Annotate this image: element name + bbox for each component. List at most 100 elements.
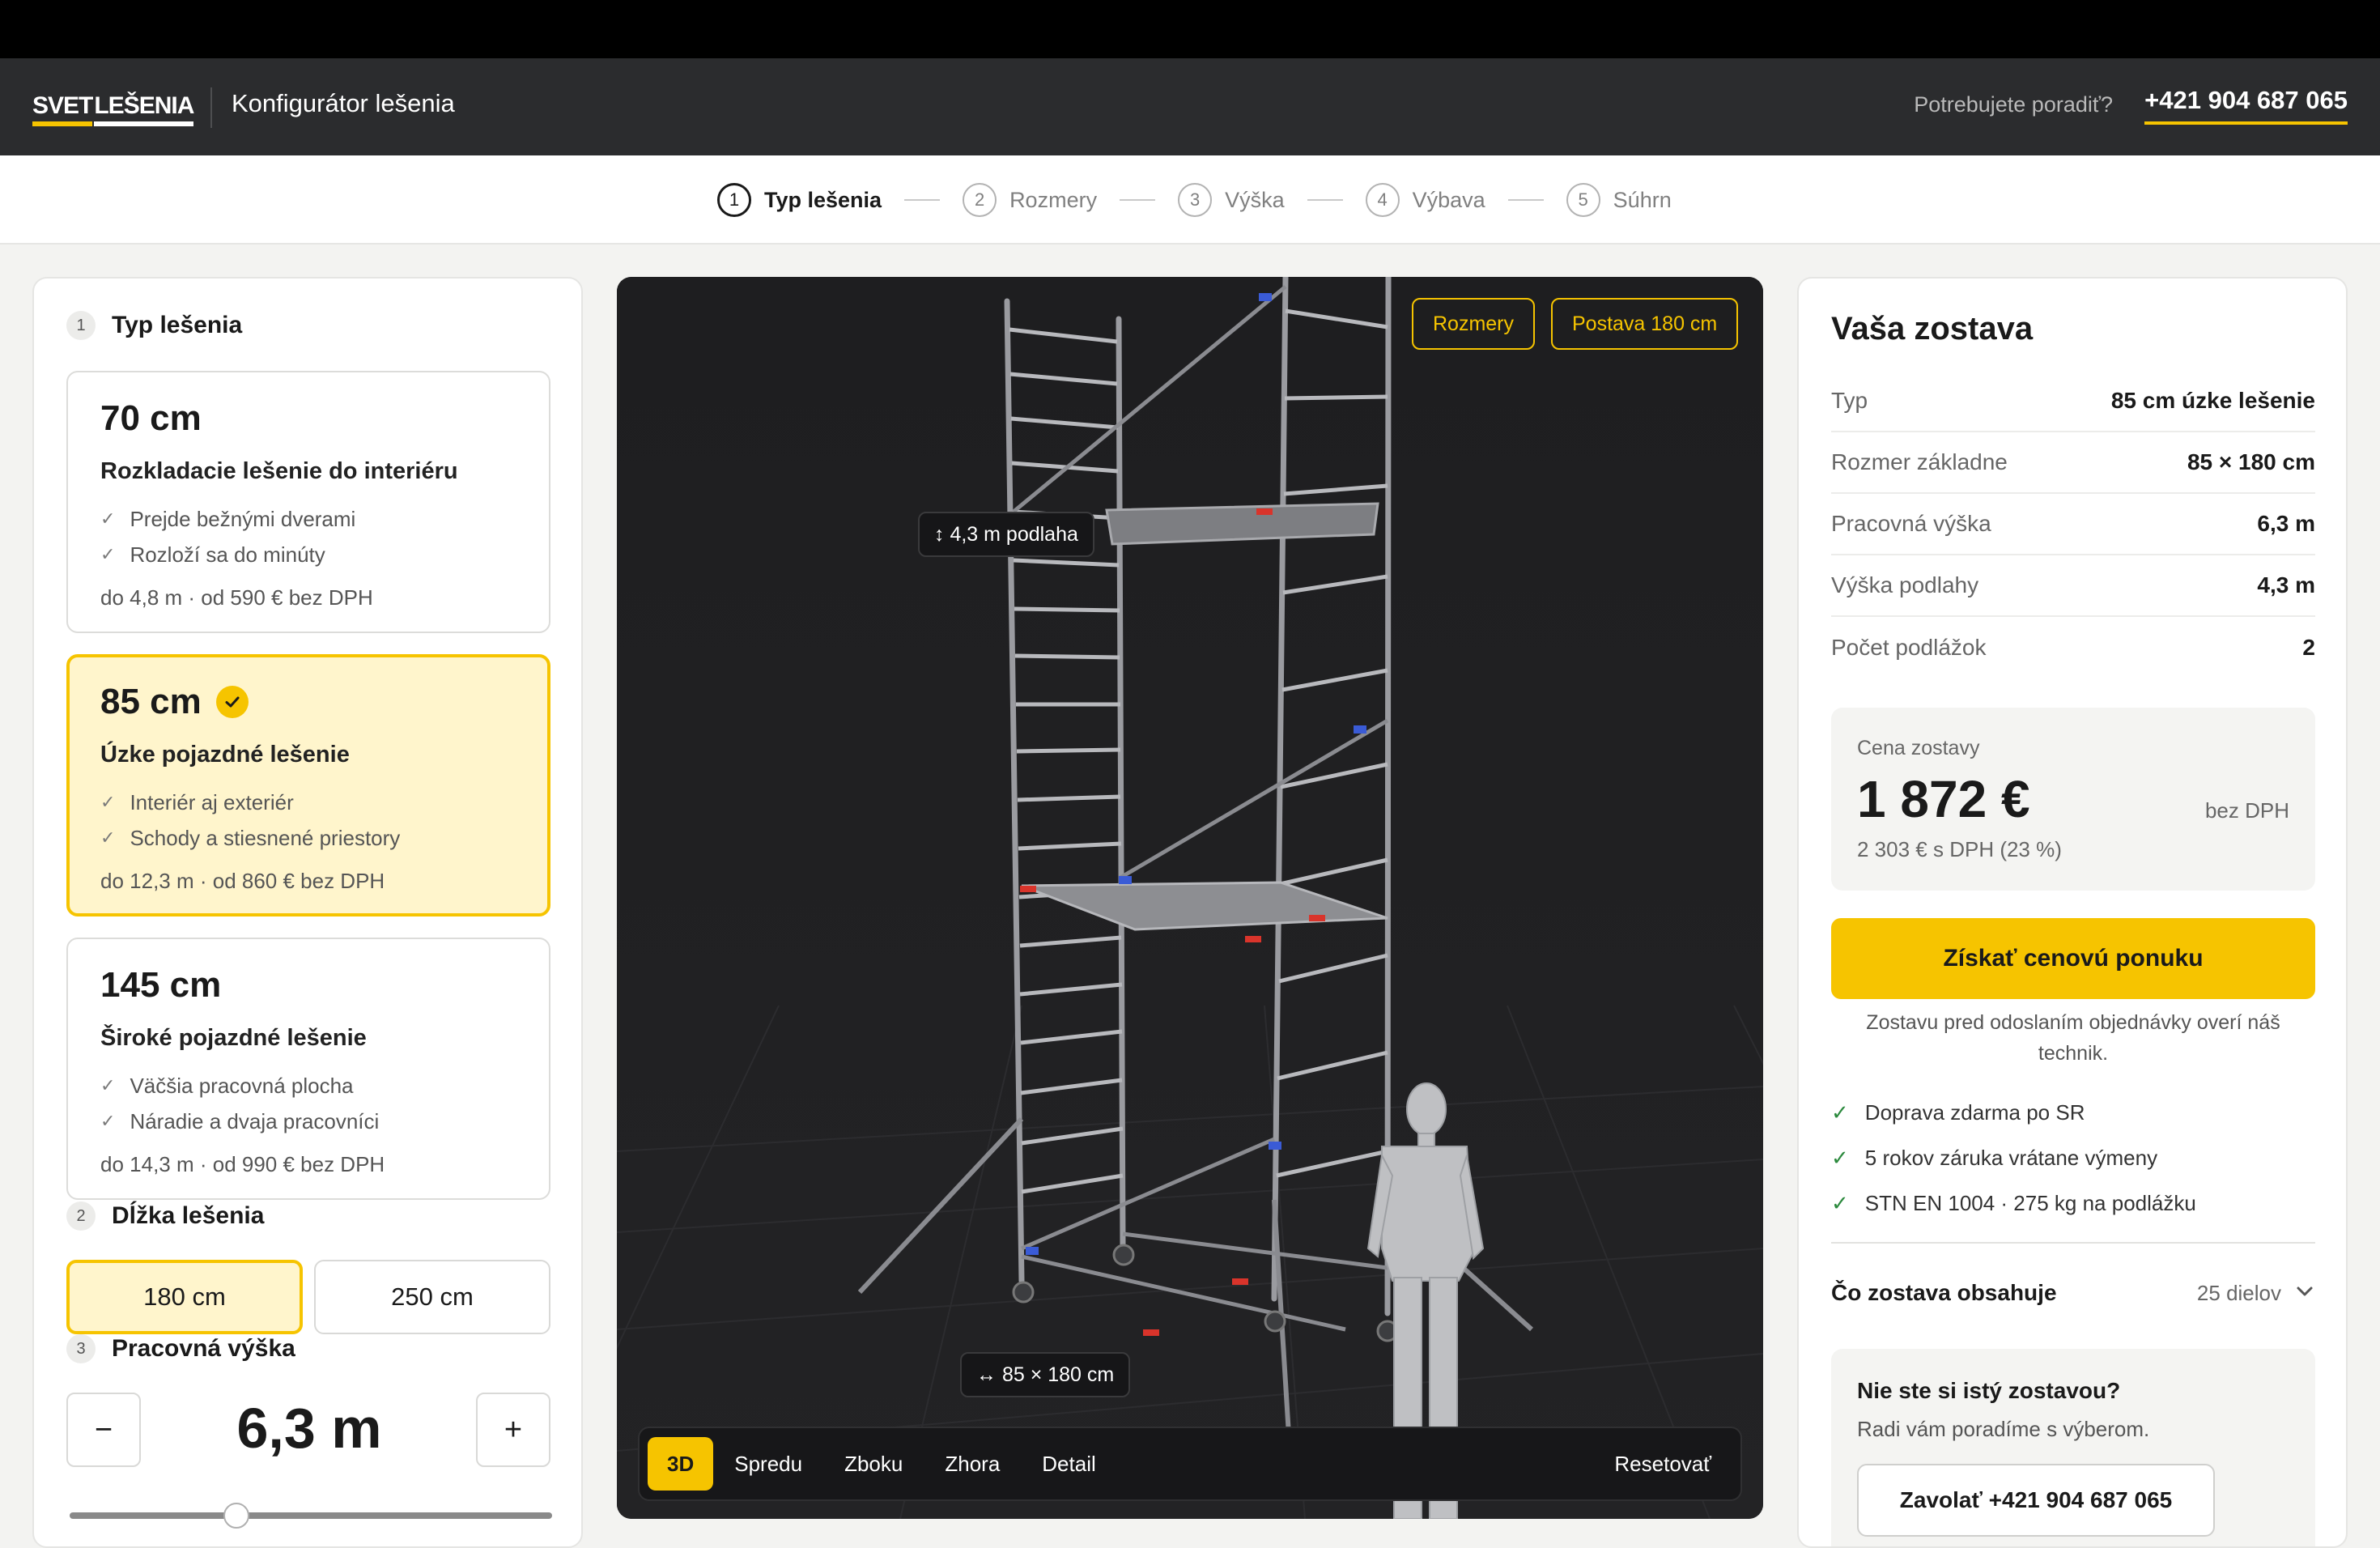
get-quote-button[interactable]: Získať cenovú ponuku	[1831, 918, 2315, 999]
row-key: Rozmer základne	[1831, 449, 2008, 474]
section-length-heading: 2 Dĺžka lešenia	[66, 1201, 264, 1231]
price-label: Cena zostavy	[1857, 737, 1980, 759]
card-subtitle: Rozkladacie lešenie do interiéru	[100, 458, 458, 484]
section-title: Pracovná výška	[112, 1335, 295, 1362]
quote-note: Zostavu pred odoslaním objednávky overí …	[1866, 1011, 2280, 1065]
row-value: 85 × 180 cm	[2187, 449, 2315, 474]
step-number: 1	[717, 183, 751, 217]
feature-list: ✓ Väčšia pracovná plocha ✓ Náradie a dvaja…	[100, 1068, 516, 1139]
row-value: 6,3 m	[2257, 511, 2315, 536]
scaffold-3d-viewer[interactable]: Rozmery Postava 180 cm ↕ 4,3 m podlaha ↔…	[617, 277, 1763, 1519]
step-dimensions[interactable]: 2 Rozmery	[963, 183, 1097, 217]
stepper-bar: 1 Typ lešenia 2 Rozmery 3 Výška 4 Výbava 5 Sú…	[0, 155, 2380, 245]
card-subtitle: Široké pojazdné lešenie	[100, 1025, 367, 1051]
brand-logo[interactable]: SVET LEŠENIA	[32, 91, 194, 126]
selected-check-icon	[215, 686, 249, 718]
view-toolbar: 3D Spredu Zboku Zhora Detail Resetovať	[638, 1427, 1742, 1501]
step-equipment[interactable]: 4 Výbava	[1365, 183, 1485, 217]
summary-panel: Vaša zostava Typ 85 cm úzke lešenie Rozme…	[1797, 277, 2348, 1548]
steps: 1 Typ lešenia 2 Rozmery 3 Výška 4 Výbava 5 Sú…	[717, 180, 1672, 220]
header-phone-link[interactable]: +421 904 687 065	[2144, 86, 2348, 125]
check-icon: ✓	[1831, 1099, 1849, 1125]
app-header: SVET LEŠENIA Konfigurátor lešenia Potreb…	[0, 58, 2380, 155]
type-card-70[interactable]: 70 cm Rozkladacie lešenie do interiéru ✓…	[66, 371, 550, 633]
check-icon: ✓	[100, 1111, 116, 1131]
step-height[interactable]: 3 Výška	[1178, 183, 1285, 217]
benefit-item: ✓ 5 rokov záruka vrátane výmeny	[1831, 1135, 2315, 1180]
feature-item: ✓ Rozloží sa do minúty	[100, 537, 516, 572]
help-title: Nie ste si istý zostavou?	[1857, 1378, 2121, 1403]
price-box: Cena zostavy 1 872 € bez DPH 2 303 € s D…	[1831, 708, 2315, 891]
step-number: 5	[1566, 183, 1600, 217]
benefit-text: 5 rokov záruka vrátane výmeny	[1864, 1145, 2158, 1170]
logo-part-2: LEŠENIA	[94, 92, 194, 126]
row-value: 85 cm úzke lešenie	[2110, 388, 2315, 413]
step-type[interactable]: 1 Typ lešenia	[717, 183, 882, 217]
step-label: Rozmery	[1009, 187, 1098, 212]
summary-row: Výška podlahy 4,3 m	[1831, 555, 2315, 617]
feature-text: Schody a stiesnené priestory	[130, 825, 401, 850]
scaffold-scene	[617, 277, 1763, 1519]
feature-item: ✓ Náradie a dvaja pracovníci	[100, 1104, 516, 1139]
call-button[interactable]: Zavolať +421 904 687 065	[1857, 1464, 2215, 1537]
view-side-button[interactable]: Zboku	[823, 1437, 924, 1491]
card-title: 70 cm	[100, 398, 202, 438]
section-title: Dĺžka lešenia	[112, 1202, 265, 1229]
card-title: 145 cm	[100, 965, 222, 1005]
summary-rows: Typ 85 cm úzke lešenie Rozmer základne 85 …	[1831, 371, 2315, 678]
feature-text: Interiér aj exteriér	[130, 789, 294, 814]
summary-row: Počet podlážok 2	[1831, 617, 2315, 678]
card-price: do 12,3 m · od 860 € bez DPH	[100, 869, 385, 893]
logo-part-1: SVET	[32, 92, 93, 126]
card-title-row: 85 cm	[100, 680, 516, 724]
benefit-list: ✓ Doprava zdarma po SR ✓ 5 rokov záruka vr…	[1831, 1090, 2315, 1226]
row-value: 4,3 m	[2257, 572, 2315, 598]
view-front-button[interactable]: Spredu	[713, 1437, 823, 1491]
contents-label: Čo zostava obsahuje	[1831, 1280, 2057, 1305]
header-divider	[210, 87, 212, 128]
feature-list: ✓ Interiér aj exteriér ✓ Schody a stiesnen…	[100, 785, 516, 856]
dimensions-toggle[interactable]: Rozmery	[1412, 298, 1536, 350]
step-number: 4	[1365, 183, 1400, 217]
price-with-vat: 2 303 € s DPH (23 %)	[1857, 837, 2062, 861]
check-icon: ✓	[1831, 1190, 1849, 1215]
step-summary[interactable]: 5 Súhrn	[1566, 183, 1672, 217]
length-option-180[interactable]: 180 cm	[66, 1260, 303, 1334]
step-label: Súhrn	[1613, 187, 1672, 212]
row-key: Pracovná výška	[1831, 511, 1991, 536]
card-subtitle: Úzke pojazdné lešenie	[100, 742, 350, 768]
reset-view-button[interactable]: Resetovať	[1593, 1452, 1732, 1477]
summary-divider	[1831, 1242, 2315, 1244]
feature-item: ✓ Schody a stiesnené priestory	[100, 820, 516, 856]
slider-handle[interactable]	[223, 1503, 249, 1529]
contents-accordion[interactable]: Čo zostava obsahuje 25 dielov	[1831, 1273, 2315, 1313]
check-icon: ✓	[1831, 1145, 1849, 1170]
check-icon: ✓	[100, 544, 116, 564]
type-card-145[interactable]: 145 cm Široké pojazdné lešenie ✓ Väčšia p…	[66, 938, 550, 1200]
config-panel: 1 Typ lešenia 70 cm Rozkladacie lešenie …	[32, 277, 583, 1548]
height-increase-button[interactable]: +	[476, 1393, 550, 1467]
height-slider[interactable]	[70, 1503, 552, 1529]
view-detail-button[interactable]: Detail	[1021, 1437, 1116, 1491]
benefit-text: STN EN 1004 · 275 kg na podlážku	[1864, 1190, 2196, 1215]
summary-row: Pracovná výška 6,3 m	[1831, 494, 2315, 555]
feature-text: Rozloží sa do minúty	[130, 542, 325, 567]
view-top-button[interactable]: Zhora	[924, 1437, 1021, 1491]
step-separator	[1507, 199, 1544, 201]
card-title: 85 cm	[100, 682, 202, 721]
step-label: Typ lešenia	[764, 187, 882, 212]
feature-text: Väčšia pracovná plocha	[130, 1073, 354, 1098]
feature-text: Náradie a dvaja pracovníci	[130, 1108, 380, 1133]
step-label: Výbava	[1412, 187, 1485, 212]
type-card-85[interactable]: 85 cm Úzke pojazdné lešenie ✓ Interiér aj…	[66, 654, 550, 916]
length-option-250[interactable]: 250 cm	[314, 1260, 550, 1334]
card-price: do 14,3 m · od 990 € bez DPH	[100, 1152, 385, 1176]
help-text: Potrebujete poradiť?	[1914, 92, 2113, 117]
benefit-item: ✓ Doprava zdarma po SR	[1831, 1090, 2315, 1135]
view-3d-button[interactable]: 3D	[648, 1437, 714, 1491]
feature-text: Prejde bežnými dverami	[130, 506, 356, 531]
app-title: Konfigurátor lešenia	[232, 89, 455, 117]
help-box: Nie ste si istý zostavou? Radi vám porad…	[1831, 1349, 2315, 1546]
figure-toggle[interactable]: Postava 180 cm	[1551, 298, 1739, 350]
feature-item: ✓ Interiér aj exteriér	[100, 785, 516, 820]
